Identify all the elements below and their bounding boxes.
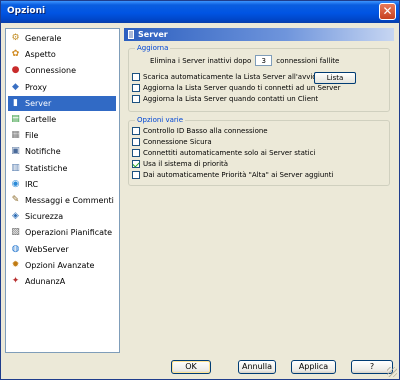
aggiorna-checkbox-0[interactable] [132, 73, 140, 81]
shield-icon: ◈ [12, 211, 19, 222]
opzioni-varie-option-label: Dai automaticamente Priorità "Alta" ai S… [143, 171, 334, 179]
opzioni-varie-option-3[interactable]: Usa il sistema di priorità [132, 160, 228, 168]
sidebar-item-label: Operazioni Pianificate [25, 228, 113, 238]
advanced-options-icon: ✹ [11, 259, 20, 270]
options-category-list[interactable]: ⚙ Generale ✿ Aspetto ● Connessione ◆ Proxy ▮ Serv… [5, 28, 120, 353]
close-button[interactable]: ✕ [379, 3, 396, 20]
sidebar-item-label: Proxy [25, 82, 47, 92]
sidebar-item-messaggi-e-commenti[interactable]: ✎ Messaggi e Commenti [8, 193, 116, 208]
sidebar-item-label: Messaggi e Commenti [25, 196, 114, 205]
file-icon: ▦ [11, 130, 20, 141]
aggiorna-option-1[interactable]: Aggiorna la Lista Server quando ti conne… [132, 84, 340, 92]
failed-connections-input[interactable] [255, 55, 273, 66]
sidebar-item-label: Statistiche [25, 163, 68, 173]
remove-inactive-prefix: Elimina i Server inattivi dopo [150, 56, 252, 65]
sidebar-item-operazioni-pianificate[interactable]: ▧ Operazioni Pianificate [8, 225, 116, 240]
resize-grip[interactable] [387, 367, 397, 377]
ok-button[interactable]: OK [171, 360, 211, 374]
sidebar-item-adunanza[interactable]: ✦ AdunanzA [8, 274, 116, 289]
aggiorna-checkbox-2[interactable] [132, 95, 140, 103]
opzioni-varie-option-label: Connessione Sicura [143, 138, 212, 146]
aggiorna-option-0[interactable]: Scarica automaticamente la Lista Server … [132, 73, 317, 81]
opzioni-varie-option-label: Connettiti automaticamente solo ai Serve… [143, 149, 316, 157]
adunanza-icon: ✦ [11, 276, 20, 286]
opzioni-varie-option-0[interactable]: Controllo ID Basso alla connessione [132, 127, 268, 135]
palette-icon: ✿ [11, 49, 20, 60]
messages-icon: ✎ [11, 195, 20, 205]
opzioni-varie-option-label: Controllo ID Basso alla connessione [143, 127, 268, 135]
sidebar-item-cartelle[interactable]: ▤ Cartelle [8, 112, 116, 127]
panel-title: Server [138, 30, 168, 39]
opzioni-varie-option-4[interactable]: Dai automaticamente Priorità "Alta" ai S… [132, 171, 333, 179]
sidebar-item-irc[interactable]: ◉ IRC [8, 177, 116, 192]
sidebar-item-label: Server [25, 98, 52, 108]
proxy-icon: ◆ [12, 81, 19, 92]
sidebar-item-connessione[interactable]: ● Connessione [8, 63, 116, 78]
sidebar-item-opzioni-avanzate[interactable]: ✹ Opzioni Avanzate [8, 258, 116, 273]
opzioni-varie-checkbox-1[interactable] [132, 138, 140, 146]
remove-inactive-suffix: connessioni fallite [276, 56, 340, 65]
notification-icon: ▣ [11, 146, 20, 157]
sidebar-item-label: File [25, 131, 39, 141]
server-settings-panel: Server Aggiorna Elimina i Server inattiv… [124, 28, 394, 353]
sidebar-item-label: IRC [25, 179, 39, 189]
aggiorna-option-label: Aggiorna la Lista Server quando ti conne… [143, 84, 341, 92]
opzioni-varie-checkbox-4[interactable] [132, 171, 140, 179]
panel-header: Server [124, 28, 394, 41]
options-window: Opzioni ✕ ⚙ Generale ✿ Aspetto ● Connessione ◆… [0, 0, 400, 380]
irc-icon: ◉ [11, 178, 20, 189]
sidebar-item-webserver[interactable]: ◍ WebServer [8, 242, 116, 257]
close-icon: ✕ [382, 4, 393, 18]
sidebar-item-label: Sicurezza [25, 212, 64, 222]
connection-icon: ● [11, 65, 20, 76]
sidebar-item-generale[interactable]: ⚙ Generale [8, 31, 116, 46]
opzioni-varie-group-title: Opzioni varie [135, 116, 186, 124]
sidebar-item-statistiche[interactable]: ▥ Statistiche [8, 161, 116, 176]
aggiorna-option-label: Aggiorna la Lista Server quando contatti… [143, 95, 319, 103]
server-icon: ▮ [13, 97, 18, 108]
gear-icon: ⚙ [11, 33, 20, 43]
sidebar-item-label: Opzioni Avanzate [25, 260, 95, 270]
opzioni-varie-option-label: Usa il sistema di priorità [143, 160, 229, 168]
server-icon [128, 30, 134, 39]
opzioni-varie-checkbox-3[interactable] [132, 160, 140, 168]
sidebar-item-label: Cartelle [25, 115, 57, 124]
opzioni-varie-checkbox-2[interactable] [132, 149, 140, 157]
aggiorna-checkbox-1[interactable] [132, 84, 140, 92]
apply-button[interactable]: Applica [291, 360, 336, 374]
sidebar-item-file[interactable]: ▦ File [8, 128, 116, 143]
scheduler-icon: ▧ [11, 227, 20, 238]
aggiorna-option-label: Scarica automaticamente la Lista Server … [143, 73, 317, 81]
sidebar-item-notifiche[interactable]: ▣ Notifiche [8, 144, 116, 159]
sidebar-item-label: Generale [25, 34, 62, 43]
opzioni-varie-option-1[interactable]: Connessione Sicura [132, 138, 212, 146]
sidebar-item-label: WebServer [25, 244, 69, 254]
title-bar[interactable]: Opzioni ✕ [1, 1, 399, 23]
globe-icon: ◍ [11, 243, 20, 254]
sidebar-item-sicurezza[interactable]: ◈ Sicurezza [8, 209, 116, 224]
cancel-button[interactable]: Annulla [238, 360, 276, 374]
sidebar-item-label: Aspetto [25, 50, 56, 60]
opzioni-varie-checkbox-0[interactable] [132, 127, 140, 135]
aggiorna-option-2[interactable]: Aggiorna la Lista Server quando contatti… [132, 95, 318, 103]
sidebar-item-label: Notifiche [25, 147, 61, 157]
opzioni-varie-option-2[interactable]: Connettiti automaticamente solo ai Serve… [132, 149, 315, 157]
remove-inactive-row: Elimina i Server inattivi dopo connessio… [150, 55, 339, 66]
sidebar-item-label: AdunanzA [25, 277, 66, 286]
sidebar-item-proxy[interactable]: ◆ Proxy [8, 80, 116, 95]
sidebar-item-label: Connessione [25, 66, 76, 76]
window-title: Opzioni [7, 6, 46, 16]
aggiorna-group-title: Aggiorna [135, 44, 171, 52]
sidebar-item-aspetto[interactable]: ✿ Aspetto [8, 47, 116, 62]
sidebar-item-server[interactable]: ▮ Server [8, 95, 116, 111]
statistics-icon: ▥ [11, 162, 20, 173]
folder-icon: ▤ [11, 114, 20, 124]
server-list-button[interactable]: Lista [314, 72, 356, 84]
